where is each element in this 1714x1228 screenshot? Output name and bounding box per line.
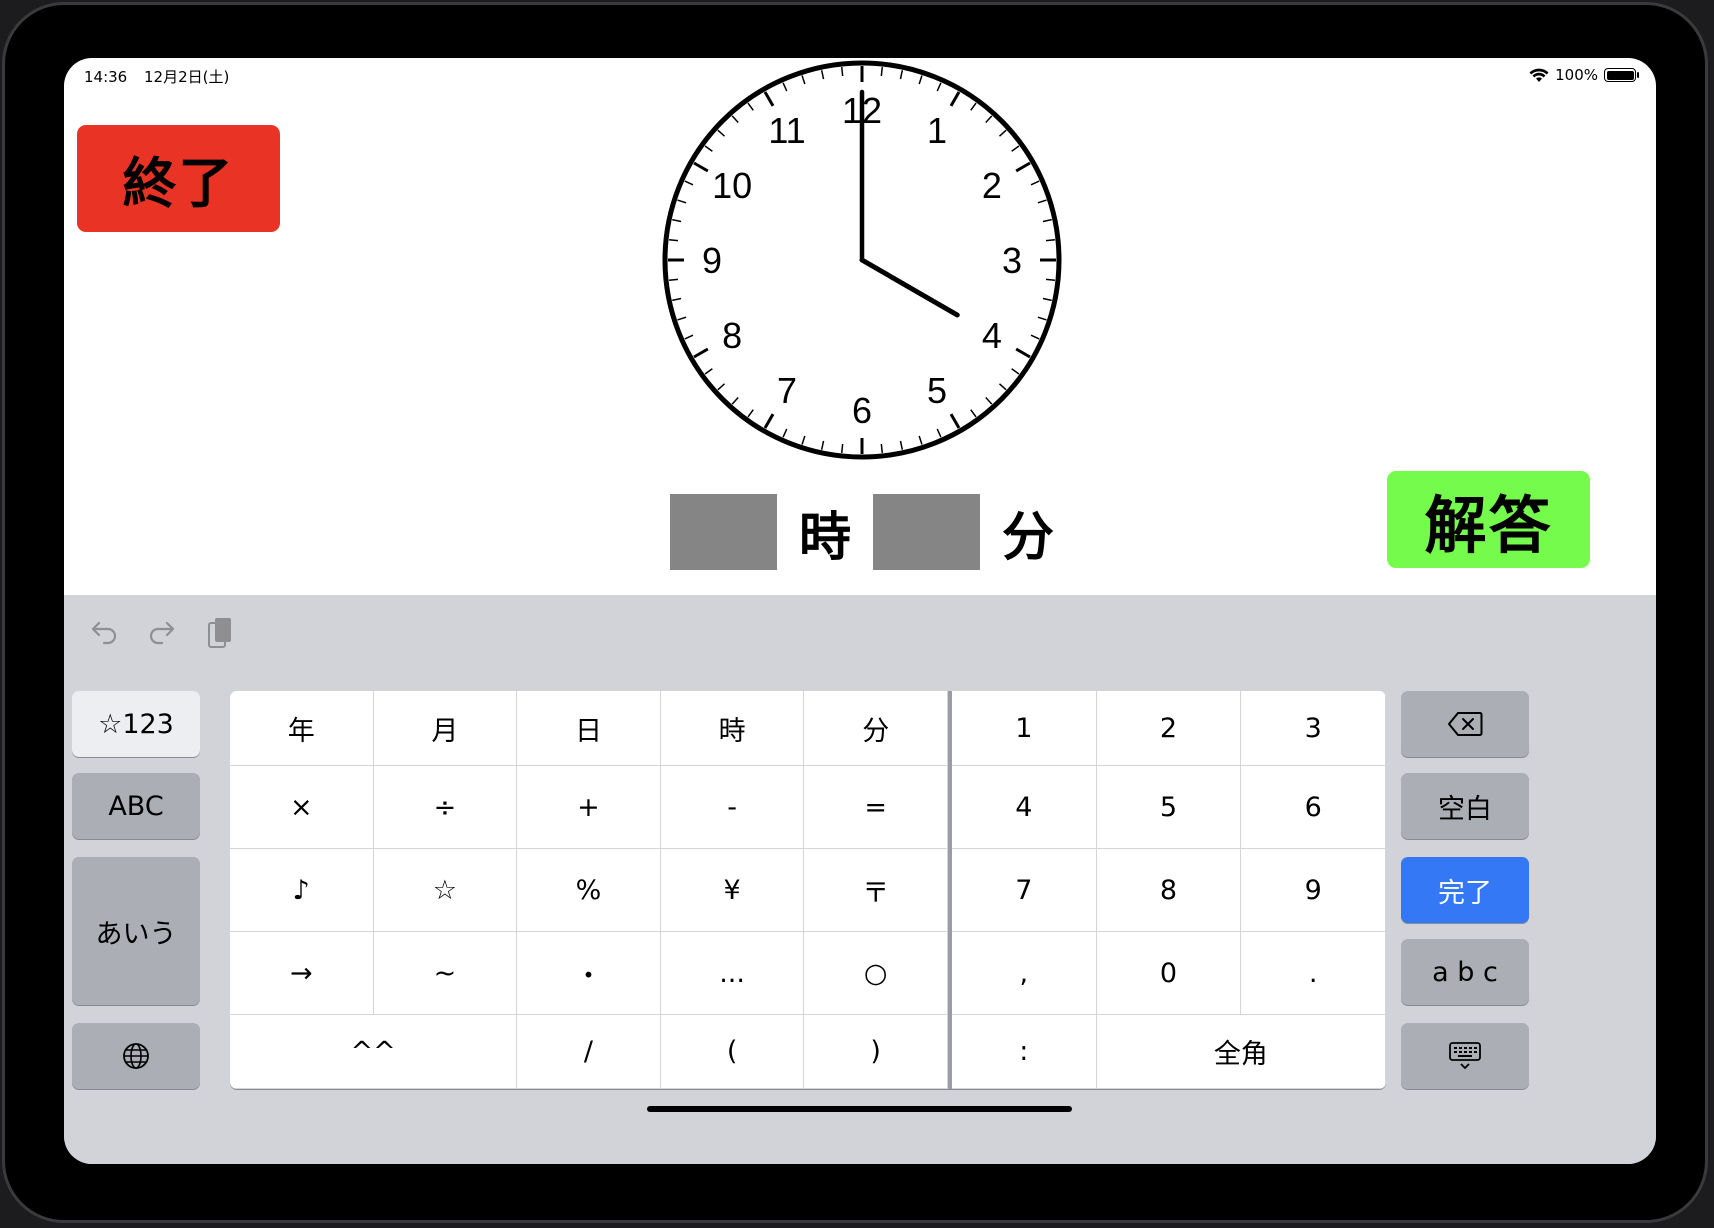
clock-number: 2 (982, 165, 1002, 206)
key-number[interactable]: 0 (1096, 932, 1242, 1015)
key-symbol[interactable]: % (517, 849, 661, 932)
key-number[interactable]: 9 (1241, 849, 1386, 932)
screen: 14:36 12月2日(土) 100% 終了 12 1 2 3 4 5 6 7 8 9 10 11 時… (64, 58, 1656, 1164)
end-button[interactable]: 終了 (77, 125, 280, 232)
key-space[interactable]: 空白 (1401, 773, 1529, 839)
key-symbol[interactable]: - (660, 766, 805, 849)
key-abc-mode[interactable]: ABC (72, 773, 200, 839)
key-symbol[interactable]: ) (804, 1015, 948, 1089)
battery-icon (1604, 68, 1639, 82)
key-symbol[interactable]: ÷ (373, 766, 518, 849)
key-symbol[interactable]: + (517, 766, 661, 849)
answer-row: 時 分 (670, 494, 1076, 570)
key-number[interactable]: 3 (1241, 691, 1386, 766)
key-backspace[interactable] (1401, 691, 1529, 757)
key-hide-keyboard[interactable] (1401, 1023, 1529, 1089)
clock-tick (880, 443, 884, 454)
key-grid: 年月日時分 × ÷ + - = ♪ ☆% ¥ 〒 → ~ ・... ○ ^^ /() 1 2 3 4 5 6 7 8 9, 0.:… (230, 691, 1386, 1089)
wifi-icon (1529, 68, 1549, 82)
key-number[interactable]: , (952, 932, 1097, 1015)
status-bar-right: 100% (1529, 66, 1639, 84)
key-symbol[interactable]: 時 (660, 691, 805, 766)
key-symbol[interactable]: ^^ (230, 1015, 518, 1089)
key-symbol[interactable]: ・ (517, 932, 661, 1015)
key-number[interactable]: 7 (952, 849, 1097, 932)
key-number[interactable]: . (1241, 932, 1386, 1015)
keyboard-dismiss-icon (1449, 1042, 1481, 1070)
backspace-icon (1448, 712, 1483, 736)
hour-input-box[interactable] (670, 494, 777, 570)
key-symbol[interactable]: 分 (804, 691, 948, 766)
key-symbol-123[interactable]: ☆123 (72, 691, 200, 757)
key-symbol[interactable]: ( (660, 1015, 805, 1089)
status-time: 14:36 (84, 68, 128, 86)
key-symbol[interactable]: ○ (804, 932, 948, 1015)
key-symbol[interactable]: ~ (373, 932, 518, 1015)
globe-icon (123, 1043, 149, 1069)
key-symbol[interactable]: ☆ (373, 849, 518, 932)
key-number[interactable]: 2 (1096, 691, 1242, 766)
key-abc-lower[interactable]: a b c (1401, 939, 1529, 1005)
key-symbol[interactable]: ♪ (230, 849, 374, 932)
clock-number: 9 (702, 240, 722, 281)
key-symbol[interactable]: ¥ (660, 849, 805, 932)
key-globe[interactable] (72, 1023, 200, 1089)
clock-number: 7 (777, 370, 797, 411)
clock-tick (840, 66, 844, 77)
answer-button[interactable]: 解答 (1387, 471, 1590, 568)
key-symbol[interactable]: → (230, 932, 374, 1015)
clock-tick (668, 238, 679, 242)
clock-number: 6 (852, 390, 872, 431)
minute-unit-label: 分 (1001, 507, 1054, 568)
clock-tick (1045, 238, 1056, 242)
key-done[interactable]: 完了 (1401, 857, 1529, 923)
key-kana-mode[interactable]: あいう (72, 857, 200, 1005)
home-indicator (647, 1106, 1072, 1112)
key-number[interactable]: 全角 (1096, 1015, 1386, 1089)
key-number[interactable]: : (952, 1015, 1097, 1089)
key-symbol[interactable]: × (230, 766, 374, 849)
clock-tick (880, 66, 884, 77)
clock-number: 3 (1002, 240, 1022, 281)
minute-input-box[interactable] (873, 494, 980, 570)
analog-clock: 12 1234567891011 (662, 60, 1062, 460)
clock-tick (840, 443, 844, 454)
key-symbol[interactable]: 〒 (804, 849, 948, 932)
clock-tick (668, 278, 679, 282)
hour-unit-label: 時 (798, 507, 851, 568)
clock-number: 1 (927, 110, 947, 151)
keyboard: ☆123 ABC あいう 年月日時分 × ÷ + - = ♪ ☆% ¥ 〒 → ~ ・... ○ ^^ /()… (64, 595, 1656, 1164)
key-number[interactable]: 8 (1096, 849, 1242, 932)
key-symbol[interactable]: 年 (230, 691, 374, 766)
undo-icon[interactable] (86, 615, 122, 651)
battery-percent: 100% (1555, 66, 1598, 84)
key-symbol[interactable]: 日 (517, 691, 661, 766)
key-symbol[interactable]: 月 (373, 691, 518, 766)
clock-number: 10 (712, 165, 752, 206)
status-date: 12月2日(土) (144, 68, 230, 86)
clock-tick (1045, 278, 1056, 282)
clock-number: 8 (722, 315, 742, 356)
status-bar-left: 14:36 12月2日(土) (84, 66, 241, 87)
key-symbol[interactable]: ... (660, 932, 805, 1015)
clock-number: 11 (768, 110, 805, 151)
key-number[interactable]: 1 (952, 691, 1097, 766)
key-symbol[interactable]: = (804, 766, 948, 849)
key-number[interactable]: 6 (1241, 766, 1386, 849)
redo-icon[interactable] (144, 615, 180, 651)
key-number[interactable]: 4 (952, 766, 1097, 849)
paste-icon[interactable] (202, 615, 238, 651)
key-symbol[interactable]: / (517, 1015, 661, 1089)
clock-number: 4 (982, 315, 1002, 356)
clock-number: 5 (927, 370, 947, 411)
key-number[interactable]: 5 (1096, 766, 1242, 849)
